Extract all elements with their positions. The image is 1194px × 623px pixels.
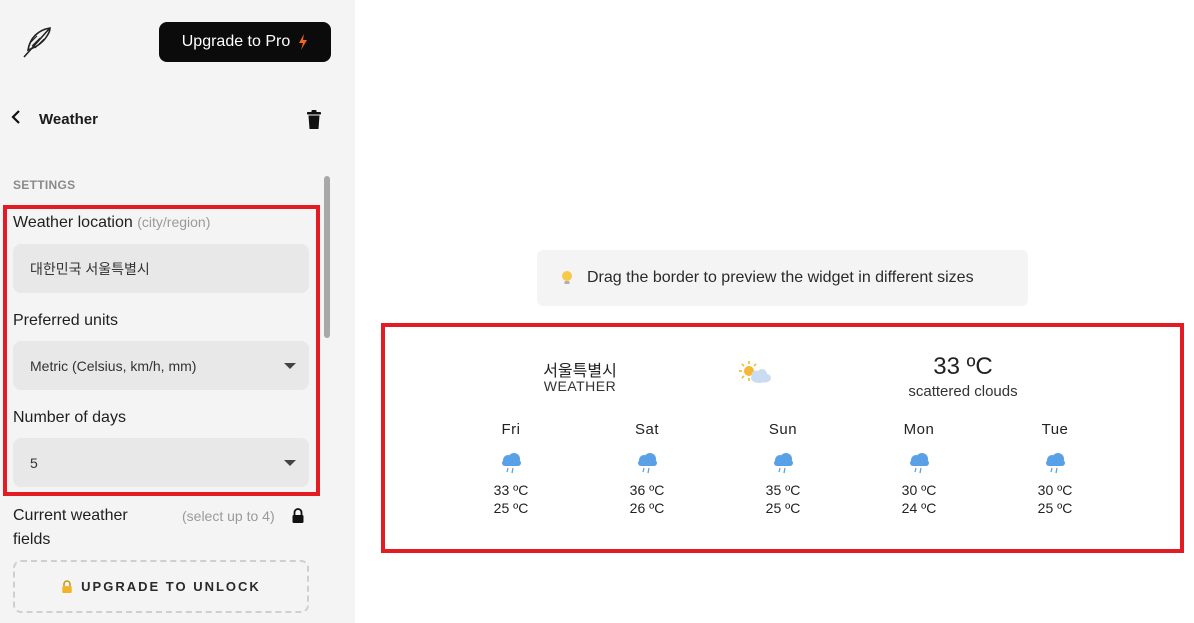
upgrade-to-pro-button[interactable]: Upgrade to Pro [159,22,331,62]
forecast-low: 25 ºC [493,500,529,516]
forecast-day: Tue 30 ºC 25 ºC [1005,421,1105,516]
forecast-high: 30 ºC [1037,482,1073,498]
forecast-high: 30 ºC [901,482,937,498]
forecast-day-name: Mon [903,421,935,438]
forecast-low: 25 ºC [765,500,801,516]
forecast-day: Mon 30 ºC 24 ºC [869,421,969,516]
preview-tip-text: Drag the border to preview the widget in… [587,269,974,286]
rain-cloud-icon [910,453,929,474]
page-title: Weather [39,111,98,128]
upgrade-to-unlock-label: UPGRADE TO UNLOCK [81,579,261,594]
back-arrow-icon[interactable] [10,110,26,128]
current-temperature: 33 ºC [933,353,993,380]
forecast-high: 33 ºC [493,482,529,498]
forecast-day-name: Sun [768,421,798,438]
forecast-day-name: Tue [1041,421,1069,438]
forecast-day-name: Fri [501,421,521,438]
preview-tip: Drag the border to preview the widget in… [537,250,1028,306]
current-fields-hint: (select up to 4) [182,508,275,524]
rain-cloud-icon [1046,453,1065,474]
lightbulb-icon [562,271,572,284]
sidebar-scrollbar[interactable] [324,176,330,338]
sun-cloud-icon [739,361,771,383]
forecast-high: 36 ºC [629,482,665,498]
trash-icon[interactable] [305,110,323,130]
current-description: scattered clouds [908,383,1018,400]
upgrade-to-pro-label: Upgrade to Pro [181,33,291,50]
forecast-day: Sun 35 ºC 25 ºC [733,421,833,516]
forecast-low: 25 ºC [1037,500,1073,516]
widget-subtitle: WEATHER [543,378,617,394]
forecast-low: 26 ºC [629,500,665,516]
bolt-icon [299,34,308,50]
forecast-day-name: Sat [634,421,659,438]
settings-heading: SETTINGS [13,178,76,192]
settings-highlight-box [3,205,320,496]
feather-logo-icon[interactable] [20,24,56,60]
forecast-high: 35 ºC [765,482,801,498]
lock-icon [62,579,72,593]
rain-cloud-icon [774,453,793,474]
weather-widget: 서울특별시 WEATHER 33 ºC scattered clouds Fri… [385,327,1180,549]
lock-icon [291,508,305,524]
forecast-day: Fri 33 ºC 25 ºC [461,421,561,516]
rain-cloud-icon [502,453,521,474]
rain-cloud-icon [638,453,657,474]
current-fields-label: Current weather fields [13,507,128,548]
widget-header: Weather [0,104,355,136]
forecast-low: 24 ºC [901,500,937,516]
upgrade-to-unlock-button[interactable]: UPGRADE TO UNLOCK [13,560,309,613]
forecast-day: Sat 36 ºC 26 ºC [597,421,697,516]
